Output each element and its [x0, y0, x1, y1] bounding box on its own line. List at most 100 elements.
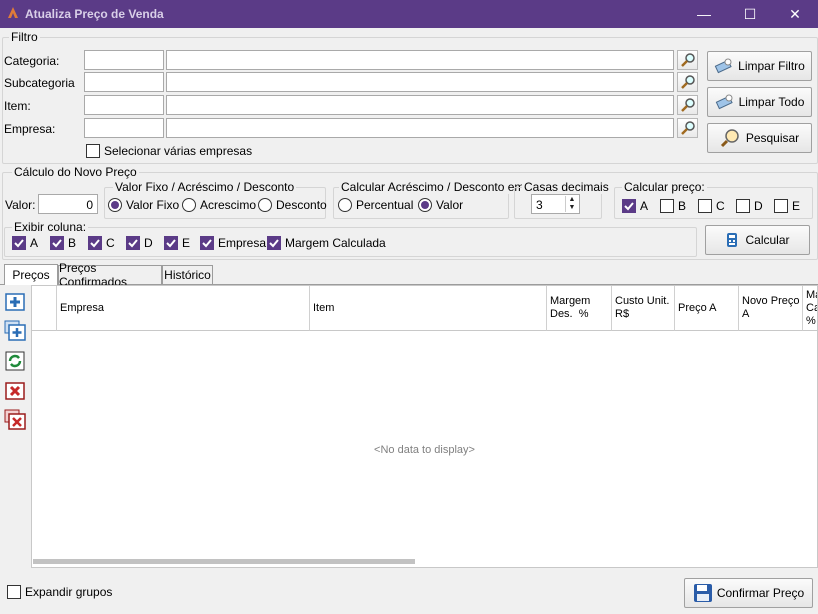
row-indicator-header [32, 286, 57, 331]
col-margem-calculada[interactable]: Ma Ca % [803, 286, 817, 331]
calc-preco-a-checkbox[interactable]: A [622, 199, 648, 213]
check-icon[interactable] [12, 236, 26, 250]
empresa-label: Empresa: [4, 122, 56, 136]
valor-option-label: Valor [436, 198, 464, 212]
filtro-legend: Filtro [9, 30, 40, 44]
exibir-d-checkbox[interactable]: D [126, 236, 153, 250]
window-title: Atualiza Preço de Venda [25, 7, 164, 21]
confirmar-preco-button[interactable]: Confirmar Preço [684, 578, 813, 608]
item-search-button[interactable] [677, 95, 698, 115]
categoria-desc-input[interactable] [166, 50, 674, 70]
checkbox-box[interactable] [86, 144, 100, 158]
varias-empresas-checkbox[interactable]: Selecionar várias empresas [86, 144, 252, 158]
refresh-icon[interactable] [4, 350, 26, 372]
radio-dot[interactable] [108, 198, 122, 212]
categoria-code-input[interactable] [84, 50, 164, 70]
calc-preco-d-checkbox[interactable]: D [736, 199, 763, 213]
minimize-button[interactable]: — [681, 0, 727, 28]
col-preco-a[interactable]: Preço A [675, 286, 739, 331]
tab-precos-confirmados[interactable]: Preços Confirmados [58, 261, 162, 289]
checkbox-box[interactable] [7, 585, 21, 599]
casas-decimais-spinner[interactable]: 3 ▲ ▼ [531, 194, 580, 214]
expandir-grupos-checkbox[interactable]: Expandir grupos [7, 585, 112, 599]
empresa-code-input[interactable] [84, 118, 164, 138]
no-data-text: <No data to display> [374, 444, 475, 456]
radio-dot[interactable] [418, 198, 432, 212]
limpar-filtro-button[interactable]: Limpar Filtro [707, 51, 812, 81]
horizontal-scrollbar[interactable] [33, 559, 415, 564]
checkbox-box[interactable] [660, 199, 674, 213]
radio-dot[interactable] [182, 198, 196, 212]
valor-fixo-label: Valor Fixo [126, 198, 180, 212]
desconto-radio[interactable]: Desconto [258, 198, 327, 212]
check-icon[interactable] [200, 236, 214, 250]
delete-row-icon[interactable] [4, 380, 26, 402]
exibir-margem-checkbox[interactable]: Margem Calculada [267, 236, 386, 250]
precos-grid[interactable]: Empresa Item Margem Des. % Custo Unit. R… [31, 285, 818, 568]
categoria-label: Categoria: [4, 54, 60, 68]
categoria-search-button[interactable] [677, 50, 698, 70]
maximize-button[interactable]: ☐ [727, 0, 773, 28]
add-row-icon[interactable] [4, 291, 26, 313]
calc-preco-legend: Calcular preço: [622, 180, 707, 194]
subcategoria-search-button[interactable] [677, 72, 698, 92]
col-item[interactable]: Item [310, 286, 547, 331]
percentual-label: Percentual [356, 198, 414, 212]
radio-dot[interactable] [338, 198, 352, 212]
radio-dot[interactable] [258, 198, 272, 212]
subcategoria-label: Subcategoria [4, 76, 75, 90]
tab-historico[interactable]: Histórico [162, 265, 213, 284]
tab-precos[interactable]: Preços [4, 264, 58, 285]
delete-multiple-rows-icon[interactable] [4, 409, 26, 431]
percentual-radio[interactable]: Percentual [338, 198, 413, 212]
calc-preco-e-label: E [792, 199, 801, 213]
pesquisar-button[interactable]: Pesquisar [707, 123, 812, 153]
subcategoria-desc-input[interactable] [166, 72, 674, 92]
checkbox-box[interactable] [774, 199, 788, 213]
checkbox-box[interactable] [698, 199, 712, 213]
valor-radio[interactable]: Valor [418, 198, 463, 212]
magnifier-icon [680, 75, 695, 89]
calcular-button[interactable]: Calcular [705, 225, 810, 255]
eraser-icon [715, 94, 733, 110]
limpar-todo-button[interactable]: Limpar Todo [707, 87, 812, 117]
add-multiple-rows-icon[interactable] [4, 320, 26, 342]
casas-legend: Casas decimais [522, 180, 611, 194]
calc-preco-c-checkbox[interactable]: C [698, 199, 725, 213]
checkbox-box[interactable] [736, 199, 750, 213]
check-icon[interactable] [126, 236, 140, 250]
calc-preco-b-checkbox[interactable]: B [660, 199, 686, 213]
calc-preco-e-checkbox[interactable]: E [774, 199, 800, 213]
calcular-label: Calcular [745, 233, 790, 247]
close-button[interactable]: ✕ [772, 0, 818, 28]
exibir-b-label: B [68, 236, 77, 250]
calc-preco-b-label: B [678, 199, 687, 213]
valor-fixo-radio[interactable]: Valor Fixo [108, 198, 179, 212]
acrescimo-radio[interactable]: Acrescimo [182, 198, 256, 212]
empresa-desc-input[interactable] [166, 118, 674, 138]
check-icon[interactable] [267, 236, 281, 250]
exibir-c-checkbox[interactable]: C [88, 236, 115, 250]
check-icon[interactable] [88, 236, 102, 250]
valor-input[interactable]: 0 [38, 194, 98, 214]
check-icon[interactable] [622, 199, 636, 213]
spin-arrows-icon[interactable]: ▲ ▼ [565, 196, 578, 212]
col-novo-preco-a[interactable]: Novo Preço A [739, 286, 803, 331]
exibir-empresa-checkbox[interactable]: Empresa [200, 236, 266, 250]
exibir-e-checkbox[interactable]: E [164, 236, 190, 250]
confirmar-preco-label: Confirmar Preço [716, 586, 805, 600]
limpar-filtro-label: Limpar Filtro [738, 59, 805, 73]
col-custo-unit[interactable]: Custo Unit. R$ [612, 286, 675, 331]
empresa-search-button[interactable] [677, 118, 698, 138]
col-margem[interactable]: Margem Des. % [547, 286, 612, 331]
subcategoria-code-input[interactable] [84, 72, 164, 92]
calculator-icon [727, 233, 738, 247]
check-icon[interactable] [164, 236, 178, 250]
item-desc-input[interactable] [166, 95, 674, 115]
tipo-legend: Valor Fixo / Acréscimo / Desconto [113, 180, 297, 194]
col-empresa[interactable]: Empresa [57, 286, 310, 331]
exibir-a-checkbox[interactable]: A [12, 236, 38, 250]
check-icon[interactable] [50, 236, 64, 250]
exibir-b-checkbox[interactable]: B [50, 236, 76, 250]
item-code-input[interactable] [84, 95, 164, 115]
